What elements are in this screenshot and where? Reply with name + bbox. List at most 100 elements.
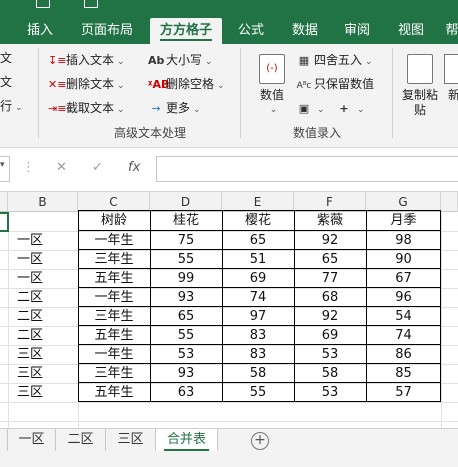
header-crape-myrtle[interactable]: 紫薇 (294, 211, 366, 230)
name-box-dropdown-icon[interactable]: ▾ (0, 160, 5, 170)
cell-value[interactable]: 99 (150, 269, 222, 288)
add-button[interactable]: + ⌄ (336, 98, 364, 118)
cell-value[interactable]: 74 (222, 288, 294, 307)
more-button[interactable]: → 更多 ⌄ (148, 98, 200, 118)
cell-value[interactable]: 53 (294, 345, 366, 364)
tab-formulas[interactable]: 公式 (228, 18, 274, 44)
cell-value[interactable]: 53 (150, 345, 222, 364)
case-button[interactable]: Ab 大小写 ⌄ (148, 50, 213, 70)
column-header-h[interactable] (441, 192, 458, 212)
cell-value[interactable]: 96 (366, 288, 441, 307)
cell-value[interactable]: 53 (294, 383, 366, 402)
formula-input[interactable] (156, 156, 458, 182)
cell-region[interactable]: 三区 (8, 383, 52, 402)
delete-text-button[interactable]: ✕≡删除文本 ⌄ (48, 74, 125, 94)
cell-region[interactable]: 二区 (8, 307, 52, 326)
cell-value[interactable]: 83 (222, 326, 294, 345)
selected-cell[interactable] (0, 212, 9, 232)
cell-age[interactable]: 五年生 (78, 326, 150, 345)
cell-age[interactable]: 一年生 (78, 345, 150, 364)
format-button[interactable]: ▣ ⌄ (296, 98, 325, 118)
cell-region[interactable]: 三区 (8, 345, 52, 364)
header-osmanthus[interactable]: 桂花 (150, 211, 222, 230)
cell-value[interactable]: 55 (150, 250, 222, 269)
cell-value[interactable]: 69 (294, 326, 366, 345)
cell-value[interactable]: 51 (222, 250, 294, 269)
cell-region[interactable]: 一区 (8, 269, 52, 288)
ribbon-left-item-3[interactable]: 行 ⌄ (0, 96, 23, 116)
sheet-tab-zone2[interactable]: 二区 (56, 429, 106, 451)
cell-region[interactable]: 三区 (8, 364, 52, 383)
column-header-b[interactable]: B (8, 192, 78, 212)
cell-value[interactable]: 92 (294, 307, 366, 326)
tab-page-layout[interactable]: 页面布局 (72, 18, 142, 44)
save-icon[interactable] (36, 0, 50, 8)
cell-value[interactable]: 65 (294, 250, 366, 269)
column-header-f[interactable]: F (294, 192, 366, 212)
sheet-tab-zone3[interactable]: 三区 (106, 429, 156, 451)
cell-age[interactable]: 五年生 (78, 383, 150, 402)
copy-paste-button[interactable]: 复制粘贴 (398, 50, 442, 118)
cell-value[interactable]: 58 (294, 364, 366, 383)
column-header-d[interactable]: D (150, 192, 222, 212)
cell-age[interactable]: 一年生 (78, 288, 150, 307)
cell-value[interactable]: 98 (366, 231, 441, 250)
cell-value[interactable]: 93 (150, 288, 222, 307)
keep-values-button[interactable]: A⁸c 只保留数值 (296, 74, 374, 94)
round-button[interactable]: ▦ 四舍五入 ⌄ (296, 50, 373, 70)
cell-value[interactable]: 58 (222, 364, 294, 383)
column-header-c[interactable]: C (78, 192, 150, 212)
enter-icon[interactable]: ✓ (92, 160, 103, 175)
cell-value[interactable]: 57 (366, 383, 441, 402)
cell-region[interactable]: 二区 (8, 326, 52, 345)
cancel-icon[interactable]: ✕ (56, 160, 67, 175)
cell-value[interactable]: 65 (222, 231, 294, 250)
delete-spaces-button[interactable]: ᵡAB删除空格 ⌄ (148, 74, 225, 94)
cell-value[interactable]: 83 (222, 345, 294, 364)
cell-value[interactable]: 92 (294, 231, 366, 250)
insert-function-icon[interactable]: fx (128, 160, 140, 175)
tab-fangfang[interactable]: 方方格子 (150, 18, 222, 44)
cell-value[interactable]: 65 (150, 307, 222, 326)
header-rose[interactable]: 月季 (366, 211, 441, 230)
tab-insert[interactable]: 插入 (16, 18, 64, 44)
cell-age[interactable]: 五年生 (78, 269, 150, 288)
cell-value[interactable]: 77 (294, 269, 366, 288)
cell-age[interactable]: 三年生 (78, 250, 150, 269)
sheet-tab-zone1[interactable]: 一区 (8, 429, 56, 451)
cell-region[interactable]: 一区 (8, 250, 52, 269)
column-header-e[interactable]: E (222, 192, 294, 212)
sheet-tab-scroll[interactable] (0, 429, 8, 451)
column-header-a[interactable] (0, 192, 8, 212)
cell-value[interactable]: 85 (366, 364, 441, 383)
add-sheet-icon[interactable]: + (251, 432, 269, 450)
numeric-button[interactable]: (-) 数值 ⌄ (252, 50, 292, 118)
cell-age[interactable]: 一年生 (78, 231, 150, 250)
cell-value[interactable]: 55 (150, 326, 222, 345)
tab-data[interactable]: 数据 (282, 18, 328, 44)
cell-value[interactable]: 86 (366, 345, 441, 364)
column-header-g[interactable]: G (366, 192, 441, 212)
cell-region[interactable]: 一区 (8, 231, 52, 250)
ribbon-left-item-2[interactable]: 文 (0, 72, 12, 92)
tab-view[interactable]: 视图 (388, 18, 434, 44)
cell-value[interactable]: 55 (222, 383, 294, 402)
tab-help[interactable]: 帮 (442, 18, 458, 44)
quick-access-icon[interactable] (84, 0, 98, 8)
sheet-tab-merged[interactable]: 合并表 (156, 429, 218, 451)
cell-value[interactable]: 63 (150, 383, 222, 402)
cell-value[interactable]: 69 (222, 269, 294, 288)
cell-region[interactable]: 二区 (8, 288, 52, 307)
cell-value[interactable]: 67 (366, 269, 441, 288)
cell-age[interactable]: 三年生 (78, 364, 150, 383)
cell-value[interactable]: 97 (222, 307, 294, 326)
header-age[interactable]: 树龄 (78, 211, 150, 230)
new-button[interactable]: 新 (444, 50, 458, 103)
cell-value[interactable]: 54 (366, 307, 441, 326)
cell-value[interactable]: 90 (366, 250, 441, 269)
insert-text-button[interactable]: ↧≡插入文本 ⌄ (48, 50, 125, 70)
ribbon-left-item-1[interactable]: 文 (0, 48, 12, 68)
cell-value[interactable]: 68 (294, 288, 366, 307)
cell-value[interactable]: 93 (150, 364, 222, 383)
cell-value[interactable]: 75 (150, 231, 222, 250)
